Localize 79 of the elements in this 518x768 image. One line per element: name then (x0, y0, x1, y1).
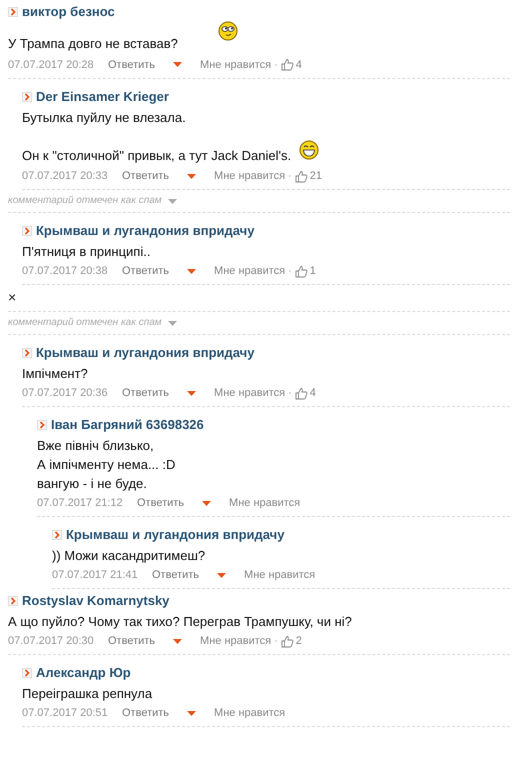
reply-link[interactable]: Ответить (122, 261, 170, 282)
separator-dot: · (288, 386, 292, 402)
like-link[interactable]: Мне нравится (229, 493, 300, 514)
arrow-icon (22, 92, 32, 102)
comment-text: Бутылка пуйлу не влезала. (22, 110, 186, 125)
thumbs-up-icon[interactable] (294, 170, 308, 183)
author-name[interactable]: Крымваш и лугандония впридачу (66, 525, 284, 546)
like-count: 4 (310, 386, 316, 402)
spam-notice: комментарий отмечен как спам (8, 194, 162, 208)
like-count: 4 (296, 58, 302, 73)
comment-date: 07.07.2017 20:38 (22, 264, 109, 280)
comment-text: вангую - і не буде. (37, 476, 147, 492)
like-link[interactable]: Мне нравится (244, 565, 316, 586)
comment-date: 07.07.2017 21:12 (37, 496, 124, 512)
thumbs-up-icon[interactable] (280, 634, 294, 648)
reply-link[interactable]: Ответить (122, 383, 170, 404)
like-count: 2 (296, 634, 302, 650)
like-link[interactable]: Мне нравится (214, 166, 286, 186)
caret-icon[interactable] (173, 62, 182, 68)
comment-text: )) Можи касандритимеш? (52, 548, 206, 564)
like-link[interactable]: Мне нравится (214, 261, 286, 282)
reply-link[interactable]: Ответить (152, 565, 200, 586)
arrow-icon (37, 420, 47, 430)
caret-icon[interactable] (187, 268, 196, 274)
comment-text: А що пуйло? Чому так тихо? Переграв Трампушку, чи ні? (8, 614, 352, 630)
separator-dot: · (274, 634, 278, 650)
reply-link[interactable]: Ответить (122, 166, 170, 186)
author-name[interactable]: виктор безнос (22, 2, 115, 22)
like-link[interactable]: Мне нравится (214, 703, 286, 724)
separator-dot: · (288, 264, 292, 280)
reply-link[interactable]: Ответить (108, 631, 156, 652)
arrow-icon (22, 348, 32, 358)
comment-text: Вже північ близько, (37, 438, 154, 454)
caret-icon[interactable] (168, 198, 177, 204)
like-link[interactable]: Мне нравится (200, 631, 272, 652)
comment-date: 07.07.2017 20:51 (22, 706, 109, 722)
like-link[interactable]: Мне нравится (214, 383, 286, 404)
comment-date: 07.07.2017 20:28 (8, 58, 95, 73)
comment-date: 07.07.2017 21:41 (52, 568, 139, 584)
caret-icon[interactable] (187, 710, 196, 716)
caret-icon[interactable] (187, 390, 196, 396)
comment-text: А імпічменту нема... :D (37, 457, 176, 472)
caret-icon[interactable] (217, 572, 226, 578)
thumbs-up-icon[interactable] (294, 386, 308, 400)
separator-dot: · (288, 169, 292, 184)
like-count: 21 (310, 169, 322, 184)
thumbs-up-icon[interactable] (294, 264, 308, 278)
author-name[interactable]: Крымваш и лугандония впридачу (36, 221, 254, 242)
reply-link[interactable]: Ответить (137, 493, 184, 514)
comment-text: П'ятниця в принципі.. (22, 244, 150, 260)
separator-dot: · (274, 58, 278, 73)
comment-text: Імпічмент? (22, 366, 88, 382)
arrow-icon (8, 596, 18, 606)
caret-icon[interactable] (187, 174, 196, 179)
arrow-icon (22, 668, 32, 678)
arrow-icon (22, 226, 32, 236)
reply-link[interactable]: Ответить (108, 54, 156, 75)
comment-date: 07.07.2017 20:33 (22, 169, 109, 184)
spam-notice: комментарий отмечен как спам (8, 316, 162, 330)
caret-icon[interactable] (168, 320, 177, 326)
like-link[interactable]: Мне нравится (200, 54, 272, 75)
caret-icon[interactable] (202, 500, 212, 506)
like-count: 1 (310, 264, 316, 280)
author-name[interactable]: Александр Юр (36, 663, 131, 684)
author-name[interactable]: Крымваш и лугандония впридачу (36, 343, 254, 364)
arrow-icon (8, 7, 18, 17)
arrow-icon (52, 530, 62, 540)
comment-date: 07.07.2017 20:36 (22, 386, 109, 402)
comment-text: Переіграшка репнула (22, 686, 152, 702)
author-name[interactable]: Іван Багряний 63698326 (51, 415, 204, 436)
caret-icon[interactable] (173, 638, 182, 644)
comment-date: 07.07.2017 20:30 (8, 634, 95, 650)
author-name[interactable]: Der Einsamer Krieger (36, 86, 169, 107)
author-name[interactable]: Rostyslav Komarnytsky (22, 591, 170, 612)
close-button[interactable]: × (8, 289, 16, 306)
comment-text: Он к "столичной" привык, а тут Jack Daniel's. (22, 148, 292, 163)
comment-text: У Трампа довго не вставав? (8, 36, 178, 51)
thumbs-up-icon[interactable] (280, 58, 294, 72)
reply-link[interactable]: Ответить (122, 703, 170, 724)
